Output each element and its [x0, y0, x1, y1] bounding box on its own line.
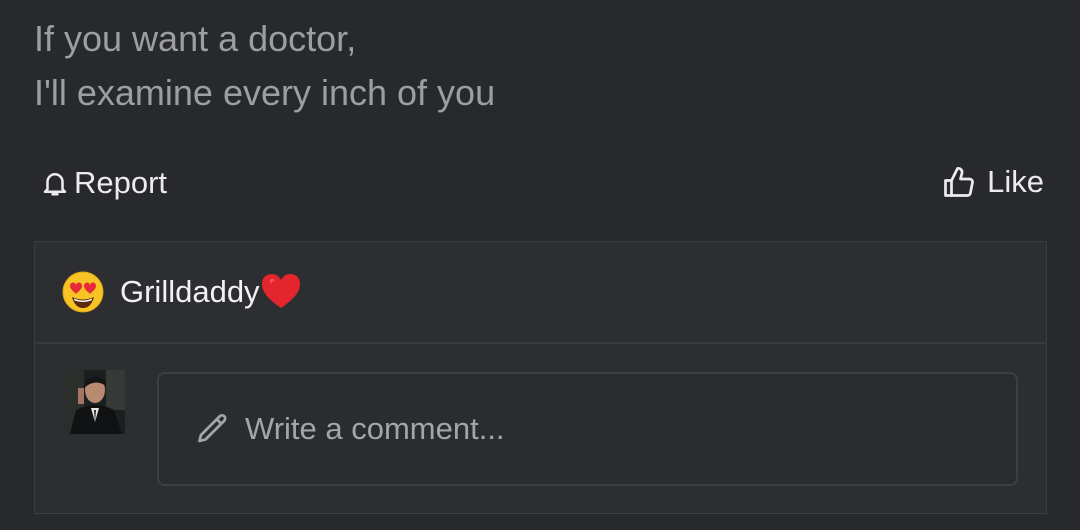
like-button[interactable]: Like [941, 158, 1044, 206]
heart-eyes-emoji-icon [61, 270, 105, 314]
post-line: If you want a doctor, [34, 18, 357, 59]
report-button[interactable]: Report [40, 160, 167, 206]
bell-icon [40, 168, 70, 198]
comment-placeholder: Write a comment... [245, 411, 505, 446]
comment-input[interactable]: Write a comment... [157, 372, 1018, 486]
thumbs-up-icon [941, 164, 977, 200]
report-label: Report [74, 165, 168, 200]
post-body: If you want a doctor, I'll examine every… [34, 12, 495, 120]
avatar[interactable] [62, 370, 125, 434]
red-heart-icon [260, 272, 302, 310]
reaction-row: Grilldaddy [35, 242, 1046, 344]
pencil-icon [195, 411, 231, 447]
comments-panel: Grilldaddy Write a comment... [34, 241, 1047, 514]
post-line: I'll examine every inch of you [34, 72, 496, 113]
like-label: Like [987, 164, 1044, 199]
post-card: If you want a doctor, I'll examine every… [0, 0, 1080, 530]
reaction-username: Grilldaddy [120, 274, 260, 309]
